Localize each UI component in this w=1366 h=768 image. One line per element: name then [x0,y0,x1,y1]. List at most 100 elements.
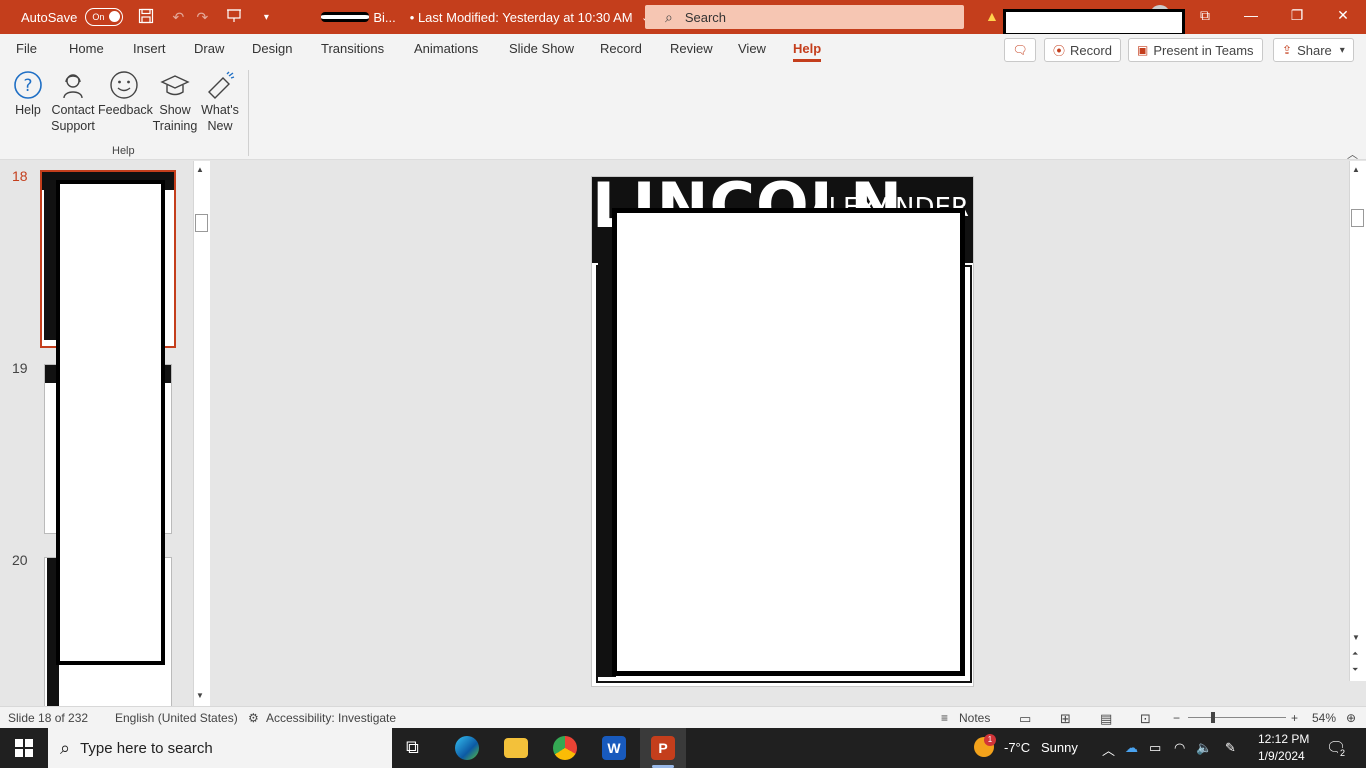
onedrive-icon[interactable]: ☁ [1125,740,1138,756]
zoom-out-icon[interactable]: − [1173,711,1180,725]
tab-file[interactable]: File [16,41,37,56]
task-view-icon[interactable]: ⧉ [406,737,419,758]
close-icon[interactable]: ✕ [1333,7,1353,24]
notification-count: 2 [1338,748,1348,758]
teams-label: Present in Teams [1153,42,1254,58]
edge-icon[interactable] [455,736,479,760]
search-placeholder: Search [684,9,727,25]
scroll-up-arrow[interactable]: ▲ [1352,165,1360,174]
present-in-teams-button[interactable]: ▣ Present in Teams [1128,38,1263,62]
pen-icon[interactable]: ✎ [1225,740,1236,756]
tab-design[interactable]: Design [252,41,292,56]
save-icon[interactable] [137,8,155,27]
whats-new-button[interactable]: What's New [198,68,242,134]
whats-new-label-1: What's [201,103,239,117]
help-button[interactable]: ? Help [12,68,44,118]
next-slide-icon[interactable]: ⏷ [1352,665,1358,675]
notes-button[interactable]: Notes [959,711,990,725]
undo-icon[interactable]: ↶ [169,9,187,26]
scroll-up-arrow[interactable]: ▲ [196,165,204,174]
feedback-button[interactable]: Feedback [98,68,153,118]
autosave-toggle[interactable]: On [85,8,124,26]
fit-slide-icon[interactable]: ⊕ [1346,711,1356,725]
accessibility-status[interactable]: Accessibility: Investigate [266,711,396,725]
ribbon-tabs: File Home Insert Draw Design Transitions… [0,34,1366,64]
record-button[interactable]: ⦿ Record [1044,38,1121,62]
battery-icon[interactable]: ▭ [1149,740,1161,756]
previous-slide-icon[interactable]: ⏶ [1352,649,1358,659]
ribbon-display-icon[interactable]: ⧉ [1195,7,1215,24]
windows-start-icon[interactable] [15,739,33,760]
tab-slide-show[interactable]: Slide Show [509,41,574,56]
tab-view[interactable]: View [738,41,766,56]
smiley-icon [110,71,138,99]
volume-icon[interactable]: 🔈 [1196,740,1212,756]
minimize-icon[interactable]: — [1241,7,1261,23]
zoom-slider[interactable] [1188,717,1286,718]
language[interactable]: English (United States) [115,711,238,725]
contact-support-button[interactable]: Contact Support [50,68,96,134]
slide-editor[interactable]: LINCOLN ALEXANDER ▲ ▼ ⏶ ⏷ [214,161,1366,706]
scroll-thumb[interactable] [1351,209,1364,227]
customize-qat-icon[interactable]: ▾ [257,12,275,23]
tab-transitions[interactable]: Transitions [321,41,384,56]
warning-icon[interactable]: ▲ [985,8,999,24]
wifi-icon[interactable]: ◠ [1174,740,1185,756]
normal-view-icon[interactable]: ▭ [1019,711,1031,727]
ribbon-separator [248,70,249,156]
powerpoint-icon[interactable]: P [651,736,675,760]
document-name[interactable]: Bi... [373,10,395,25]
taskbar-search[interactable]: ⌕ Type here to search [48,728,392,768]
contact-support-label-2: Support [51,119,95,133]
record-label: Record [1070,42,1112,58]
tray-chevron-icon[interactable]: ︿ [1102,740,1115,759]
share-button[interactable]: ⇪ Share ▾ [1273,38,1354,62]
tab-help[interactable]: Help [793,41,821,56]
word-icon[interactable]: W [602,736,626,760]
whats-new-label-2: New [207,119,233,133]
zoom-in-icon[interactable]: + [1291,711,1298,725]
tab-animations[interactable]: Animations [414,41,478,56]
clock-time[interactable]: 12:12 PM [1258,732,1309,746]
last-modified[interactable]: • Last Modified: Yesterday at 10:30 AM [410,10,633,25]
slide-show-icon[interactable]: ⊡ [1140,711,1151,727]
slide-info[interactable]: Slide 18 of 232 [8,711,88,725]
tab-review[interactable]: Review [670,41,713,56]
zoom-slider-knob[interactable] [1211,712,1215,723]
redo-icon[interactable]: ↷ [193,9,211,26]
show-training-label-1: Show [159,103,191,117]
share-icon: ⇪ [1282,43,1293,57]
thumbnail-scrollbar[interactable]: ▲ ▼ [193,161,210,706]
clock-date[interactable]: 1/9/2024 [1258,749,1305,763]
zoom-level[interactable]: 54% [1312,711,1336,725]
redacted-thumbnails [56,180,165,665]
tab-draw[interactable]: Draw [194,41,224,56]
scroll-thumb[interactable] [195,214,208,232]
accessibility-icon[interactable]: ⚙ [248,711,259,725]
headset-icon [63,74,83,99]
editor-scrollbar[interactable]: ▲ ▼ ⏶ ⏷ [1349,161,1366,681]
weather-text[interactable]: Sunny [1041,740,1078,755]
scroll-down-arrow[interactable]: ▼ [1352,633,1360,642]
restore-icon[interactable]: ❐ [1287,7,1307,24]
chrome-icon[interactable] [553,736,577,760]
help-label: Help [15,103,41,117]
notes-icon[interactable]: ≡ [941,711,948,725]
collapse-ribbon-icon[interactable]: ︿ [1347,146,1358,162]
slide-thumbnail-pane[interactable]: 18 19 20 ▲ ▼ [0,161,212,706]
show-training-label-2: Training [152,119,198,133]
weather-temp[interactable]: -7°C [1004,740,1030,755]
show-training-button[interactable]: Show Training [152,68,198,134]
search-box[interactable]: ⌕ Search [645,5,964,29]
scroll-down-arrow[interactable]: ▼ [196,691,204,700]
ribbon-help: ? Help Contact Support Feedback Show Tra… [0,64,1366,162]
tab-record[interactable]: Record [600,41,642,56]
comment-icon: 🗨 [1012,43,1028,57]
tab-insert[interactable]: Insert [133,41,166,56]
file-explorer-icon[interactable] [504,738,528,758]
present-icon[interactable] [225,8,243,27]
tab-home[interactable]: Home [69,41,104,56]
reading-view-icon[interactable]: ▤ [1100,711,1112,727]
comments-button[interactable]: 🗨 [1004,38,1036,62]
slide-sorter-icon[interactable]: ⊞ [1060,711,1071,727]
